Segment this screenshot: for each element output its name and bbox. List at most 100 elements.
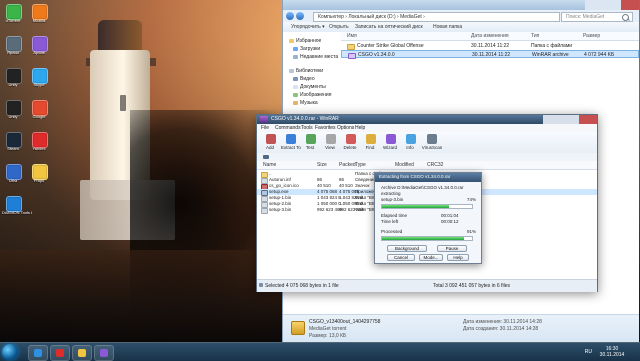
test-icon <box>306 134 316 144</box>
desktop-icon[interactable]: Ярлык <box>2 34 24 62</box>
system-tray: RU 16:30 30.11.2014 <box>518 344 638 360</box>
menu-file[interactable]: File <box>261 125 269 131</box>
col-date[interactable]: Дата изменения <box>471 33 509 39</box>
nav-recent[interactable]: Недавние места <box>293 54 338 60</box>
tool-view[interactable]: View <box>321 134 339 152</box>
rar-file-icon <box>348 53 356 59</box>
language-indicator[interactable]: RU <box>585 349 592 355</box>
col-packed[interactable]: Packed <box>339 162 356 168</box>
col-modified[interactable]: Modified <box>395 162 414 168</box>
help-button[interactable]: Help <box>447 254 469 261</box>
minimize-button[interactable] <box>585 0 603 10</box>
toolbar-new-folder[interactable]: Новая папка <box>433 24 462 30</box>
menu-tools[interactable]: Tools <box>301 125 313 131</box>
desktop-icon-label: Mozilla <box>32 18 46 23</box>
back-arrow-icon[interactable] <box>286 12 294 20</box>
up-folder-icon[interactable] <box>263 155 269 159</box>
col-type[interactable]: Тип <box>531 33 539 39</box>
nav-downloads[interactable]: Загрузки <box>293 46 320 52</box>
pause-button[interactable]: Pause <box>437 245 467 252</box>
search-input[interactable]: Поиск: MediaGet <box>561 12 633 22</box>
close-button[interactable] <box>621 0 639 10</box>
nav-documents[interactable]: Документы <box>293 84 326 90</box>
col-name[interactable]: Имя <box>347 33 357 39</box>
desktop-icon[interactable]: DAEMON Tools Lite <box>2 194 32 222</box>
archive-size: 4 075 068 <box>317 189 338 194</box>
nav-pictures[interactable]: Изображения <box>293 92 331 98</box>
forward-arrow-icon[interactable] <box>296 12 304 20</box>
background-button[interactable]: Background <box>387 245 427 252</box>
col-crc32[interactable]: CRC32 <box>427 162 443 168</box>
start-button[interactable] <box>2 344 18 360</box>
extract-progress-dialog: Extracting from CSGO v1.34.0.0.rar Archi… <box>374 172 482 264</box>
winrar-titlebar[interactable]: CSGO v1.34.0.0.rar - WinRAR <box>257 115 597 124</box>
desktop-icon[interactable]: Yandex <box>28 130 50 158</box>
tool-delete[interactable]: Delete <box>341 134 359 152</box>
desktop-icon-label: DAEMON Tools Lite <box>2 210 32 215</box>
desktop-icon[interactable]: Fraps <box>28 162 50 190</box>
close-button[interactable] <box>579 115 597 124</box>
maximize-button[interactable] <box>603 0 621 10</box>
dialog-titlebar[interactable]: Extracting from CSGO v1.34.0.0.rar <box>375 173 481 182</box>
tool-label: Find <box>365 145 375 150</box>
address-input[interactable]: Компьютер › Локальный диск (D:) › MediaG… <box>313 12 560 22</box>
menu-options[interactable]: Options <box>337 125 354 131</box>
nav-libraries[interactable]: Библиотеки <box>289 68 323 74</box>
col-type[interactable]: Type <box>355 162 366 168</box>
nav-video[interactable]: Видео <box>293 76 315 82</box>
details-changed: Дата изменения: 30.11.2014 14:28 <box>463 319 542 325</box>
tool-extract[interactable]: Extract To <box>281 134 301 152</box>
taskbar-explorer[interactable] <box>72 345 92 361</box>
clock[interactable]: 16:30 30.11.2014 <box>592 346 632 358</box>
archive-packed: 86 <box>339 177 345 182</box>
archive-name: setup-2.bin <box>269 201 292 206</box>
minimize-button[interactable] <box>543 115 561 124</box>
nav-label: Видео <box>300 76 315 82</box>
desktop-icon[interactable]: Unity <box>2 66 24 94</box>
taskbar-yandex[interactable] <box>50 345 70 361</box>
explorer-titlebar[interactable] <box>283 0 639 10</box>
address-text: Компьютер › Локальный диск (D:) › MediaG… <box>318 14 425 20</box>
dialog-title: Extracting from CSGO v1.34.0.0.rar <box>379 174 451 179</box>
col-name[interactable]: Name <box>263 162 276 168</box>
file-row-selected[interactable]: CSGO v1.34.0.0 30.11.2014 11:22 WinRAR a… <box>341 50 639 59</box>
menu-help[interactable]: Help <box>355 125 365 131</box>
menu-favorites[interactable]: Favorites <box>315 125 336 131</box>
nav-music[interactable]: Музыка <box>293 100 318 106</box>
torrent-file-icon <box>291 321 305 335</box>
desktop-icon[interactable]: Google <box>28 98 50 126</box>
file-row[interactable]: Counter Strike Global Offense 30.11.2014… <box>341 42 639 50</box>
star-icon <box>289 38 294 43</box>
processed-progress-fill <box>382 237 464 240</box>
tool-test[interactable]: Test <box>301 134 319 152</box>
toolbar-organize[interactable]: Упорядочить ▾ <box>291 24 325 30</box>
file-progress-bar <box>381 204 473 209</box>
tool-virusscan[interactable]: VirusScan <box>421 134 443 152</box>
info-icon <box>406 134 416 144</box>
tool-info[interactable]: Info <box>401 134 419 152</box>
desktop-icon[interactable]: Skype <box>28 66 50 94</box>
tool-add[interactable]: Add <box>261 134 279 152</box>
desktop-icon[interactable]: Ultra <box>2 162 24 190</box>
nav-favorites[interactable]: Избранное <box>289 38 321 44</box>
clock-date: 30.11.2014 <box>599 352 625 358</box>
desktop-icon[interactable]: Архив <box>28 34 50 62</box>
taskbar-winrar[interactable] <box>94 345 114 361</box>
menu-commands[interactable]: Commands <box>275 125 301 131</box>
taskbar-ie[interactable] <box>28 345 48 361</box>
cancel-button[interactable]: Cancel <box>387 254 415 261</box>
delete-icon <box>346 134 356 144</box>
toolbar-open[interactable]: Открыть <box>329 24 349 30</box>
mode-button[interactable]: Mode... <box>419 254 443 261</box>
toolbar-burn[interactable]: Записать на оптический диск <box>355 24 423 30</box>
desktop-icon[interactable]: Mozilla <box>28 2 50 30</box>
desktop-icon[interactable]: Steam <box>2 130 24 158</box>
col-size[interactable]: Size <box>317 162 327 168</box>
video-icon <box>293 76 298 81</box>
tool-wizard[interactable]: Wizard <box>381 134 399 152</box>
desktop-icon[interactable]: Unity <box>2 98 24 126</box>
desktop-icon[interactable]: uTorrent <box>2 2 24 30</box>
col-size[interactable]: Размер <box>583 33 600 39</box>
maximize-button[interactable] <box>561 115 579 124</box>
tool-find[interactable]: Find <box>361 134 379 152</box>
